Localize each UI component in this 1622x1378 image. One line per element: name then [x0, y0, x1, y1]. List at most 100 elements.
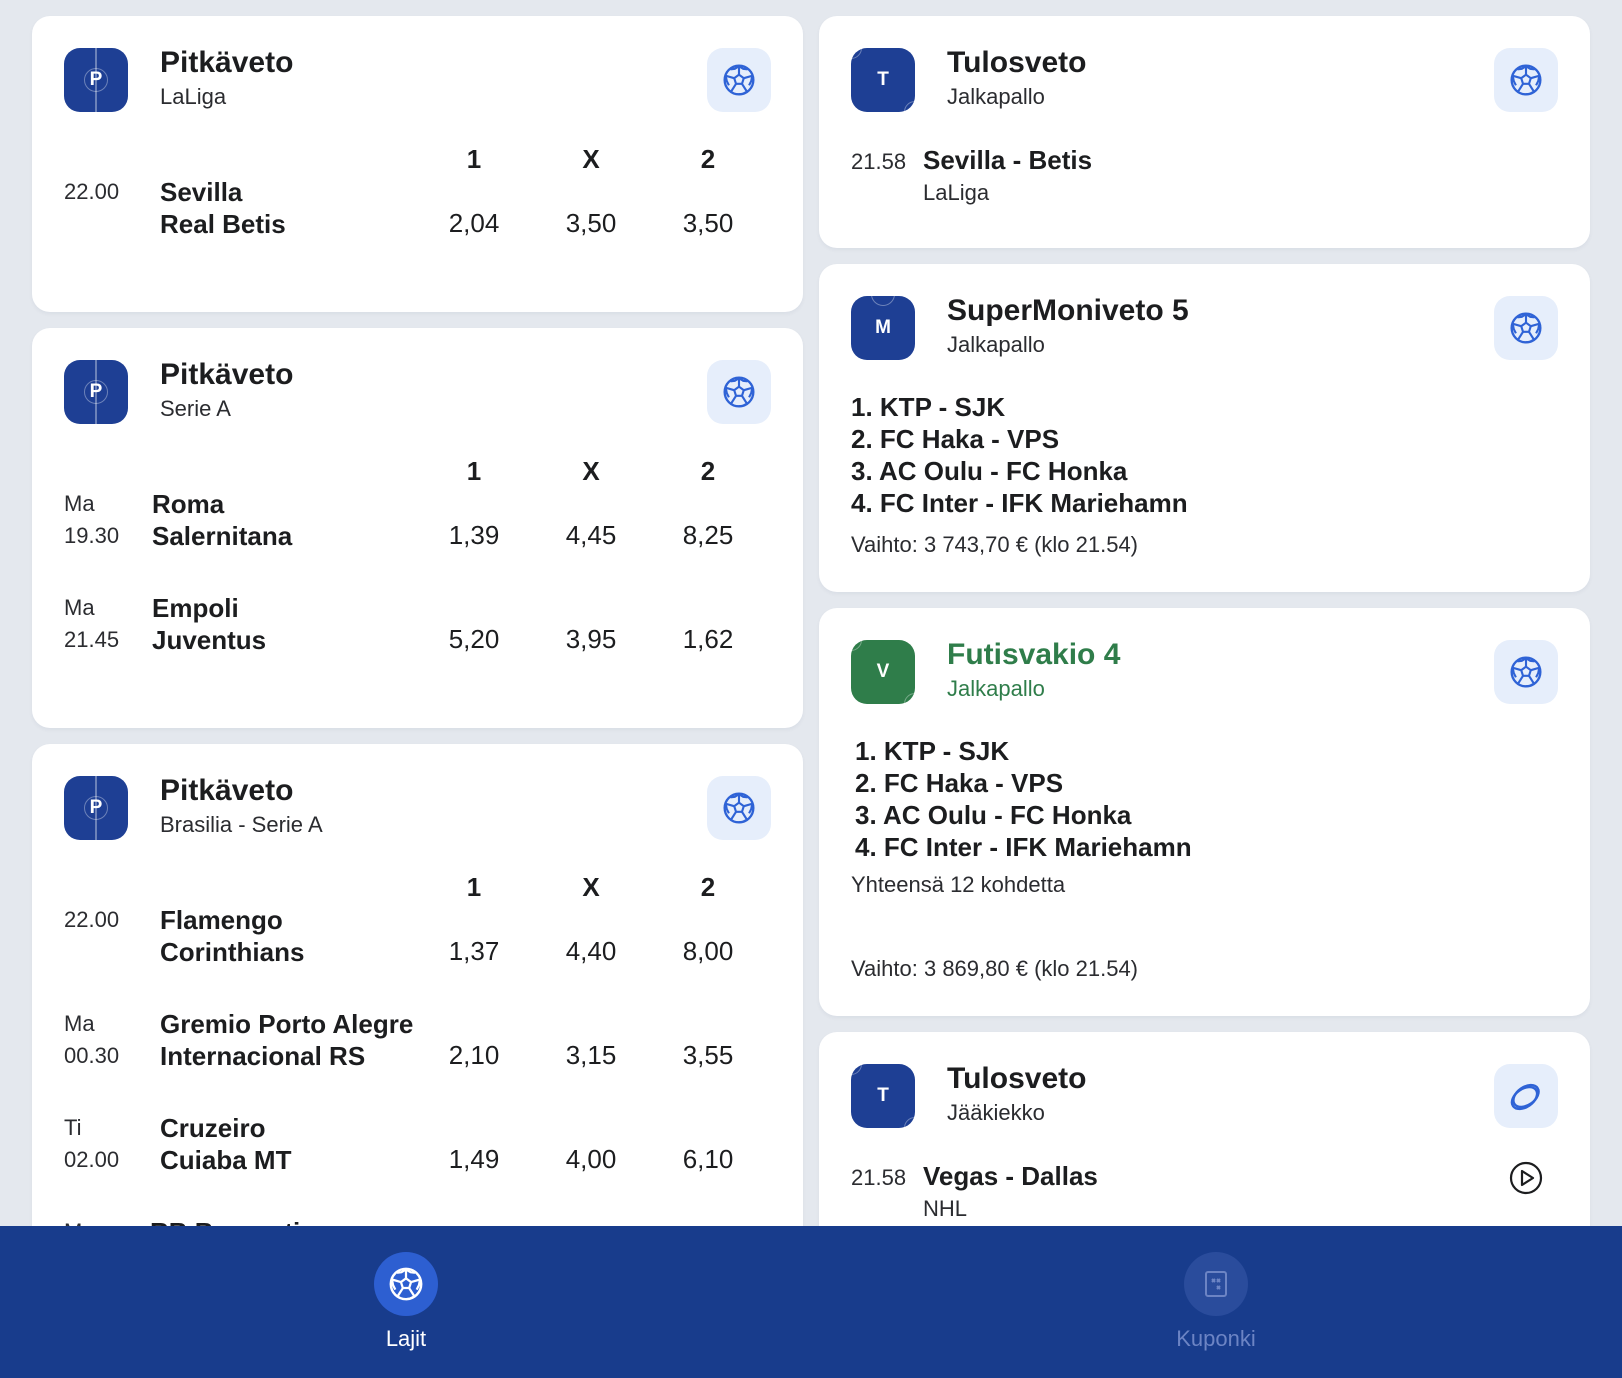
match-time: Ma 00.30	[64, 1008, 119, 1072]
turnover-text: Vaihto: 3 869,80 € (klo 21.54)	[851, 956, 1139, 981]
home-team: Gremio Porto Alegre	[160, 1009, 414, 1039]
odds-header-2: 2	[700, 144, 716, 174]
football-button[interactable]	[707, 360, 771, 424]
odds-header-1: 1	[466, 456, 482, 486]
football-button[interactable]	[1494, 640, 1558, 704]
nav-lajit-label: Lajit	[385, 1326, 427, 1351]
match-time: Ti 02.00	[64, 1112, 119, 1176]
match-teams: Empoli Juventus	[152, 592, 266, 656]
nav-kuponki-circle	[1184, 1252, 1248, 1316]
odd-1[interactable]: 1,39	[434, 520, 514, 551]
badge-letter: V	[876, 661, 890, 682]
tulosveto-badge: T	[851, 1064, 915, 1128]
match-teams: Roma Salernitana	[152, 488, 292, 552]
nav-kuponki-label: Kuponki	[1176, 1326, 1256, 1351]
badge-letter: P	[89, 381, 103, 402]
odd-x[interactable]: 4,00	[551, 1144, 631, 1175]
odd-x[interactable]: 3,50	[551, 208, 631, 239]
odd-x[interactable]: 4,45	[551, 520, 631, 551]
pitkaveto-serie-a-card[interactable]: P Pitkäveto Serie A 1 X 2 Ma 19.30 Roma …	[32, 328, 803, 728]
card-title: Tulosveto	[947, 46, 1087, 79]
odds-header-x: X	[582, 456, 600, 486]
match-row[interactable]: Ma 19.30 Roma Salernitana 1,39 4,45 8,25	[32, 488, 803, 558]
coupon-icon	[1205, 1271, 1227, 1297]
list-item: 3. AC Oulu - FC Honka	[855, 800, 1132, 830]
match-time: 22.00	[64, 179, 120, 204]
match-teams: Flamengo Corinthians	[160, 904, 304, 968]
away-team: Salernitana	[152, 521, 293, 551]
odds-header-x: X	[582, 872, 600, 902]
live-play-button[interactable]	[1506, 1158, 1546, 1198]
odd-x[interactable]: 3,15	[551, 1040, 631, 1071]
odd-2[interactable]: 1,62	[668, 624, 748, 655]
football-button[interactable]	[707, 48, 771, 112]
odd-1[interactable]: 1,37	[434, 936, 514, 967]
match-clock: 21.45	[64, 627, 120, 652]
odd-1[interactable]: 5,20	[434, 624, 514, 655]
football-button[interactable]	[1494, 48, 1558, 112]
futisvakio-card[interactable]: V Futisvakio 4 Jalkapallo 1. KTP - SJK 2…	[819, 608, 1590, 1016]
odds-header-x: X	[582, 144, 600, 174]
match-row[interactable]: Ti 02.00 Cruzeiro Cuiaba MT 1,49 4,00 6,…	[32, 1112, 803, 1182]
bottom-navigation: Lajit Kuponki	[0, 1226, 1622, 1378]
away-team: Cuiaba MT	[160, 1145, 292, 1175]
card-subtitle: LaLiga	[160, 84, 227, 109]
pitkaveto-brasilia-card[interactable]: P Pitkäveto Brasilia - Serie A 1 X 2 22.…	[32, 744, 803, 1244]
away-team: Real Betis	[160, 209, 286, 239]
nav-lajit-circle	[374, 1252, 438, 1316]
match-clock: 00.30	[64, 1043, 120, 1068]
odd-1[interactable]: 1,49	[434, 1144, 514, 1175]
tulosveto-hockey-card[interactable]: T Tulosveto Jääkiekko 21.58 Vegas - Dall…	[819, 1032, 1590, 1252]
card-title: SuperMoniveto 5	[947, 294, 1189, 327]
match-teams: Sevilla Real Betis	[160, 176, 286, 240]
match-day: Ma	[64, 491, 95, 516]
match-time: 22.00	[64, 907, 120, 932]
list-item: 1. KTP - SJK	[855, 736, 1010, 766]
football-icon	[388, 1266, 424, 1302]
card-subtitle: Jalkapallo	[947, 84, 1045, 109]
odd-x[interactable]: 4,40	[551, 936, 631, 967]
league-name: LaLiga	[923, 180, 990, 205]
odd-x[interactable]: 3,95	[551, 624, 631, 655]
football-icon	[722, 375, 756, 409]
football-button[interactable]	[1494, 296, 1558, 360]
badge-letter: M	[875, 317, 891, 338]
football-icon	[722, 63, 756, 97]
odd-2[interactable]: 8,25	[668, 520, 748, 551]
supermoniveto-card[interactable]: M SuperMoniveto 5 Jalkapallo 1. KTP - SJ…	[819, 264, 1590, 592]
match-day: Ti	[64, 1115, 82, 1140]
tulosveto-football-card[interactable]: T Tulosveto Jalkapallo 21.58 Sevilla - B…	[819, 16, 1590, 248]
home-team: Roma	[152, 489, 225, 519]
match-row[interactable]: Ma 00.30 Gremio Porto Alegre Internacion…	[32, 1008, 803, 1078]
match-row[interactable]: Ma 21.45 Empoli Juventus 5,20 3,95 1,62	[32, 592, 803, 662]
pitkaveto-laliga-card[interactable]: P Pitkäveto LaLiga 1 X 2 22.00 Sevilla R…	[32, 16, 803, 312]
vakio-badge: V	[851, 640, 915, 704]
odd-2[interactable]: 8,00	[668, 936, 748, 967]
odd-2[interactable]: 3,50	[668, 208, 748, 239]
hockey-button[interactable]	[1494, 1064, 1558, 1128]
badge-letter: T	[877, 69, 889, 90]
football-button[interactable]	[707, 776, 771, 840]
card-subtitle: Jalkapallo	[947, 332, 1045, 357]
odd-1[interactable]: 2,10	[434, 1040, 514, 1071]
list-item: 3. AC Oulu - FC Honka	[851, 456, 1128, 486]
nav-kuponki[interactable]: Kuponki	[1136, 1252, 1296, 1352]
card-title: Futisvakio 4	[947, 638, 1121, 671]
nav-lajit[interactable]: Lajit	[326, 1252, 486, 1352]
odd-2[interactable]: 6,10	[668, 1144, 748, 1175]
match-time: 21.58	[851, 1165, 907, 1190]
list-item: 2. FC Haka - VPS	[851, 424, 1060, 454]
away-team: Juventus	[152, 625, 267, 655]
card-title: Pitkäveto	[160, 46, 294, 79]
football-icon	[1509, 63, 1543, 97]
play-icon	[1509, 1161, 1543, 1195]
match-row[interactable]: 22.00 Flamengo Corinthians 1,37 4,40 8,0…	[32, 904, 803, 974]
odd-1[interactable]: 2,04	[434, 208, 514, 239]
match-row[interactable]: 22.00 Sevilla Real Betis 2,04 3,50 3,50	[32, 176, 803, 246]
badge-letter: T	[877, 1085, 889, 1106]
list-item: 2. FC Haka - VPS	[855, 768, 1064, 798]
away-team: Corinthians	[160, 937, 305, 967]
odd-2[interactable]: 3,55	[668, 1040, 748, 1071]
card-title: Pitkäveto	[160, 358, 294, 391]
pitkaveto-badge: P	[64, 48, 128, 112]
